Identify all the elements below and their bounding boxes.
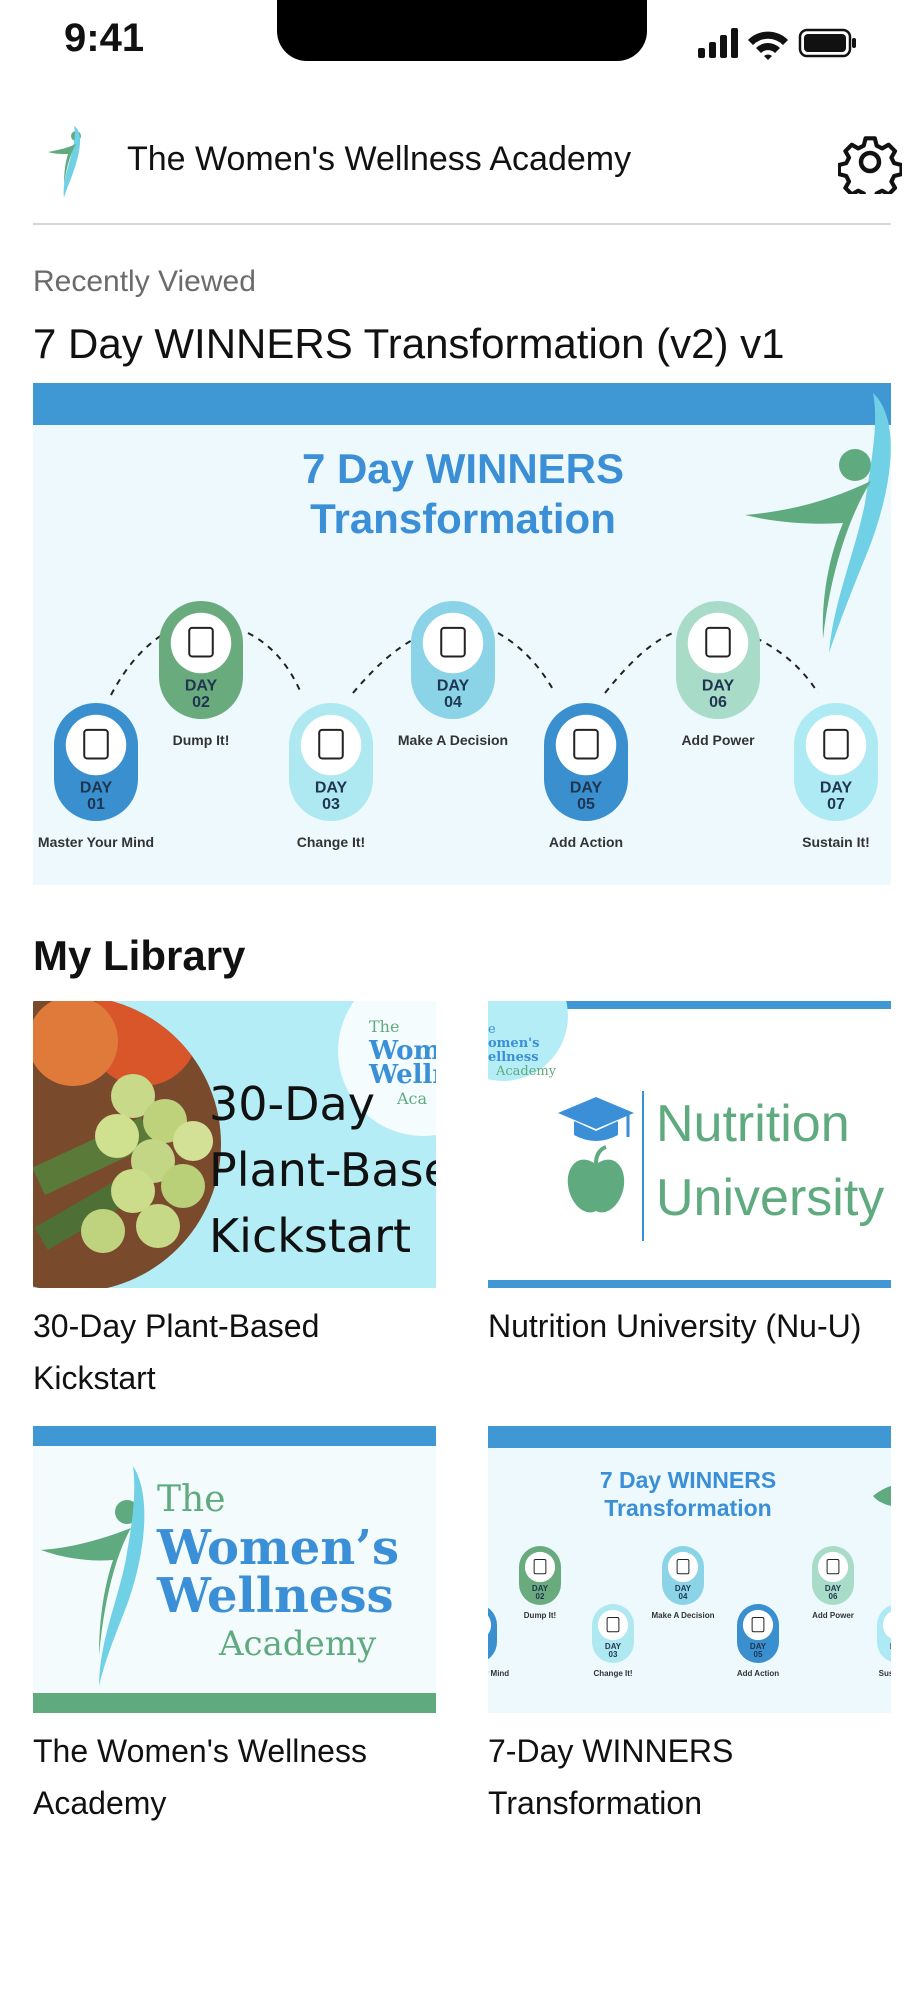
library-card-plant-based[interactable]: 30-Day Plant-Base Kickstart The Wome Wel…: [33, 1001, 436, 1404]
mini-day-marker-03: DAY03Change It!: [592, 1604, 634, 1678]
mini-day-caption-04: Make A Decision: [652, 1611, 715, 1620]
badge-line-2: omen's: [488, 1036, 540, 1051]
gear-icon[interactable]: [838, 130, 902, 194]
card-label[interactable]: 7-Day WINNERS Transformation: [488, 1725, 891, 1829]
banner-day-marker-04: DAY04 Make A Decision: [398, 601, 508, 748]
app-header: The Women's Wellness Academy: [0, 110, 924, 225]
winners-mini-graphic: 7 Day WINNERS Transformation DAY01Master…: [488, 1467, 891, 1678]
mini-day-caption-06: Add Power: [812, 1611, 854, 1620]
my-library-title: My Library: [33, 932, 246, 979]
card-thumbnail[interactable]: 7 Day WINNERS Transformation DAY01Master…: [488, 1426, 891, 1713]
mini-day-caption-02: Dump It!: [524, 1611, 556, 1620]
banner-day-marker-03: DAY03 Change It!: [289, 703, 373, 850]
thumb-line-4: Academy: [219, 1624, 377, 1664]
status-bar: 9:41: [0, 0, 924, 90]
card-label[interactable]: The Women's Wellness Academy: [33, 1725, 436, 1829]
mini-heading-line1: 7 Day WINNERS: [600, 1467, 776, 1493]
mini-day-marker-07: DAY07Sustain It!: [877, 1605, 891, 1678]
banner-graphic: 7 Day WINNERS Transformation DAY01Master…: [38, 393, 891, 850]
badge-line-3: ellness: [488, 1050, 539, 1065]
badge-line-3: Welln: [369, 1060, 436, 1090]
mini-day-number-06: 06: [829, 1592, 838, 1601]
library-card-womens-wellness[interactable]: The Women’s Wellness Academy The Women's…: [33, 1426, 436, 1829]
thumb-line-2: Women’s: [157, 1520, 399, 1576]
recently-viewed-label: Recently Viewed: [33, 265, 256, 298]
graduation-apple-icon: [558, 1097, 634, 1213]
mini-day-number-02: 02: [536, 1592, 545, 1601]
card-label[interactable]: Nutrition University (Nu-U): [488, 1300, 891, 1352]
card-thumbnail[interactable]: The Women’s Wellness Academy: [33, 1426, 436, 1713]
banner-day-label-06: DAY: [702, 678, 735, 695]
banner-day-number-07: 07: [827, 796, 845, 813]
academy-logo-icon: [48, 126, 81, 198]
device-notch: [277, 0, 647, 61]
badge-line-4: Academy: [496, 1064, 557, 1079]
banner-day-label-07: DAY: [820, 780, 853, 797]
wifi-icon: [748, 31, 788, 60]
thumb-line-1: The: [157, 1479, 226, 1520]
banner-day-label-03: DAY: [315, 780, 348, 797]
recently-viewed-title[interactable]: 7 Day WINNERS Transformation (v2) v1: [33, 320, 785, 368]
library-card-nutrition-university[interactable]: e omen's ellness Academy Nutrition Unive…: [488, 1001, 891, 1352]
recently-viewed-banner[interactable]: 7 Day WINNERS Transformation DAY 01 Master…: [33, 383, 891, 885]
mini-day-marker-04: DAY04Make A Decision: [652, 1546, 715, 1620]
header-divider: [33, 223, 891, 225]
card-label[interactable]: 30-Day Plant-Based Kickstart: [33, 1300, 436, 1404]
mini-day-number-04: 04: [679, 1592, 688, 1601]
banner-day-caption-02: Dump It!: [173, 732, 230, 748]
mini-day-caption-05: Add Action: [737, 1669, 779, 1678]
card-thumbnail[interactable]: 30-Day Plant-Base Kickstart The Wome Wel…: [33, 1001, 436, 1288]
mini-day-label-07: DAY: [890, 1642, 891, 1651]
thumb-line-3: Kickstart: [209, 1209, 412, 1263]
badge-line-1: e: [488, 1022, 496, 1037]
banner-day-caption-05: Add Action: [549, 834, 623, 850]
library-card-winners[interactable]: 7 Day WINNERS Transformation DAY01Master…: [488, 1426, 891, 1829]
banner-day-label-04: DAY: [437, 678, 470, 695]
banner-heading-line2: Transformation: [310, 495, 616, 542]
mini-day-marker-01: DAY01Master Your Mind: [488, 1607, 509, 1678]
banner-day-caption-03: Change It!: [297, 834, 365, 850]
mini-day-number-05: 05: [754, 1650, 763, 1659]
banner-day-label-01: DAY: [80, 780, 113, 797]
banner-day-marker-01: DAY01 Master Your Mind: [38, 703, 154, 850]
banner-heading-line1: 7 Day WINNERS: [302, 445, 624, 492]
mini-day-marker-02: DAY02Dump It!: [519, 1546, 561, 1620]
banner-day-number-01: 01: [87, 796, 105, 813]
banner-day-number-04: 04: [444, 694, 462, 711]
badge-line-4: Aca: [397, 1089, 428, 1108]
status-icons: [698, 28, 856, 60]
banner-day-caption-06: Add Power: [681, 732, 755, 748]
status-time: 9:41: [64, 16, 145, 60]
banner-day-marker-05: DAY05 Add Action: [544, 703, 628, 850]
signal-icon: [698, 28, 738, 58]
card-thumbnail[interactable]: e omen's ellness Academy Nutrition Unive…: [488, 1001, 891, 1288]
academy-logo-icon: [41, 1466, 145, 1686]
thumb-line-3: Wellness: [157, 1568, 394, 1624]
banner-day-label-05: DAY: [570, 780, 603, 797]
thumb-line-2: University: [656, 1169, 885, 1227]
mini-day-caption-07: Sustain It!: [879, 1669, 891, 1678]
banner-day-caption-04: Make A Decision: [398, 732, 508, 748]
banner-day-marker-07: DAY07 Sustain It!: [794, 703, 878, 850]
banner-day-number-02: 02: [192, 694, 210, 711]
mini-day-caption-03: Change It!: [593, 1669, 632, 1678]
banner-day-label-02: DAY: [185, 678, 218, 695]
banner-day-number-06: 06: [709, 694, 727, 711]
thumb-line-2: Plant-Base: [209, 1143, 436, 1197]
mini-day-number-03: 03: [609, 1650, 618, 1659]
mini-heading-line2: Transformation: [604, 1495, 771, 1521]
mini-day-caption-01: Master Your Mind: [488, 1669, 509, 1678]
banner-figure-icon: [745, 393, 891, 653]
thumb-line-1: Nutrition: [656, 1095, 850, 1153]
app-title: The Women's Wellness Academy: [127, 140, 632, 178]
banner-day-marker-06: DAY06 Add Power: [676, 601, 760, 748]
banner-day-number-03: 03: [322, 796, 340, 813]
mini-day-marker-06: DAY06Add Power: [812, 1546, 854, 1620]
banner-day-marker-02: DAY02 Dump It!: [159, 601, 243, 748]
banner-day-caption-07: Sustain It!: [802, 834, 870, 850]
mini-day-marker-05: DAY05Add Action: [737, 1604, 779, 1678]
battery-icon: [798, 28, 856, 58]
banner-day-number-05: 05: [577, 796, 595, 813]
banner-day-caption-01: Master Your Mind: [38, 834, 154, 850]
